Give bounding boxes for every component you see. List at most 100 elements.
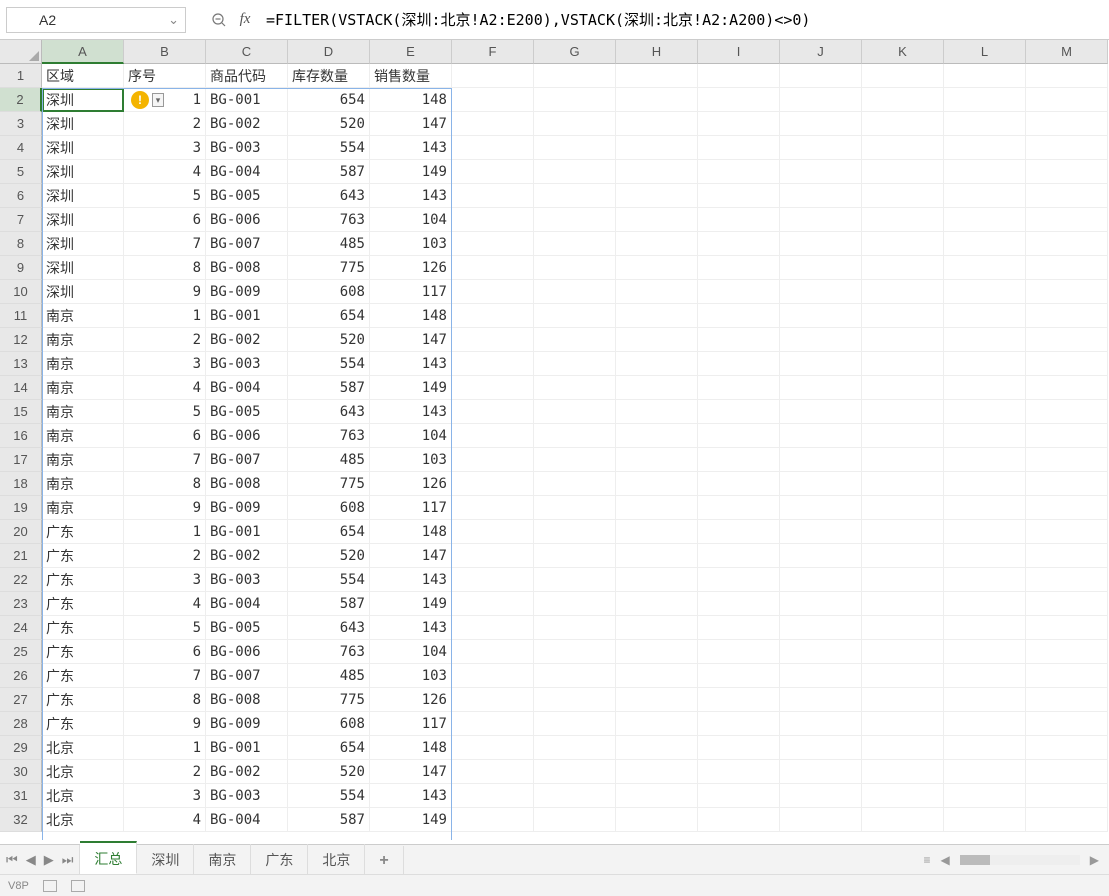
- cell[interactable]: [780, 400, 862, 424]
- col-header-A[interactable]: A: [42, 40, 124, 64]
- cell[interactable]: [534, 376, 616, 400]
- cell[interactable]: [780, 352, 862, 376]
- cell[interactable]: [698, 184, 780, 208]
- cell[interactable]: [698, 472, 780, 496]
- cell[interactable]: 587: [288, 376, 370, 400]
- cell[interactable]: 608: [288, 712, 370, 736]
- cell[interactable]: [698, 208, 780, 232]
- cell[interactable]: [862, 616, 944, 640]
- cell[interactable]: [452, 400, 534, 424]
- cell[interactable]: [862, 784, 944, 808]
- cell[interactable]: [698, 160, 780, 184]
- cell[interactable]: [616, 568, 698, 592]
- cell[interactable]: [616, 304, 698, 328]
- cell[interactable]: 7: [124, 232, 206, 256]
- cell[interactable]: [780, 208, 862, 232]
- fx-label[interactable]: fx: [234, 11, 256, 28]
- cell[interactable]: [452, 112, 534, 136]
- cell[interactable]: BG-008: [206, 256, 288, 280]
- row-header[interactable]: 10: [0, 280, 42, 304]
- cell[interactable]: [698, 280, 780, 304]
- row-header[interactable]: 3: [0, 112, 42, 136]
- cell[interactable]: [944, 616, 1026, 640]
- cell[interactable]: [534, 592, 616, 616]
- cell[interactable]: [616, 472, 698, 496]
- row-header[interactable]: 27: [0, 688, 42, 712]
- cell[interactable]: 143: [370, 136, 452, 160]
- cell[interactable]: [944, 376, 1026, 400]
- cell[interactable]: [698, 496, 780, 520]
- row-header[interactable]: 17: [0, 448, 42, 472]
- cell[interactable]: [452, 640, 534, 664]
- cell[interactable]: [616, 184, 698, 208]
- tab-last-icon[interactable]: ⏭: [62, 852, 74, 868]
- cell[interactable]: [862, 352, 944, 376]
- cell[interactable]: [698, 760, 780, 784]
- cell[interactable]: [1026, 280, 1108, 304]
- cell[interactable]: [862, 136, 944, 160]
- cell[interactable]: 117: [370, 280, 452, 304]
- cell[interactable]: [1026, 160, 1108, 184]
- cell[interactable]: [534, 112, 616, 136]
- cell[interactable]: [780, 472, 862, 496]
- cell[interactable]: [534, 496, 616, 520]
- cell[interactable]: [698, 664, 780, 688]
- row-header[interactable]: 13: [0, 352, 42, 376]
- cell[interactable]: [616, 760, 698, 784]
- row-header[interactable]: 5: [0, 160, 42, 184]
- cell[interactable]: [452, 232, 534, 256]
- cell[interactable]: BG-005: [206, 400, 288, 424]
- cell[interactable]: 深圳: [42, 184, 124, 208]
- cell[interactable]: [1026, 616, 1108, 640]
- cell[interactable]: [1026, 376, 1108, 400]
- cell[interactable]: [698, 376, 780, 400]
- cell[interactable]: [534, 184, 616, 208]
- cell[interactable]: [944, 400, 1026, 424]
- cell[interactable]: [534, 304, 616, 328]
- cell[interactable]: [780, 64, 862, 88]
- cell[interactable]: 126: [370, 256, 452, 280]
- cell[interactable]: [616, 592, 698, 616]
- cell[interactable]: [780, 88, 862, 112]
- cell[interactable]: BG-007: [206, 448, 288, 472]
- cell[interactable]: [1026, 592, 1108, 616]
- col-header-E[interactable]: E: [370, 40, 452, 64]
- row-header[interactable]: 20: [0, 520, 42, 544]
- cell[interactable]: [616, 520, 698, 544]
- cell[interactable]: [862, 424, 944, 448]
- cell[interactable]: [452, 568, 534, 592]
- cell[interactable]: 143: [370, 184, 452, 208]
- cell[interactable]: 7: [124, 448, 206, 472]
- cell[interactable]: [1026, 688, 1108, 712]
- row-header[interactable]: 11: [0, 304, 42, 328]
- cell[interactable]: [534, 808, 616, 832]
- cell[interactable]: 4: [124, 160, 206, 184]
- cell[interactable]: [616, 688, 698, 712]
- cell[interactable]: [862, 256, 944, 280]
- cell[interactable]: [862, 568, 944, 592]
- cell[interactable]: BG-007: [206, 232, 288, 256]
- cell[interactable]: [944, 184, 1026, 208]
- cell[interactable]: [862, 400, 944, 424]
- cell[interactable]: BG-001: [206, 88, 288, 112]
- cell[interactable]: BG-002: [206, 328, 288, 352]
- cell[interactable]: [452, 208, 534, 232]
- cell[interactable]: BG-002: [206, 544, 288, 568]
- col-header-L[interactable]: L: [944, 40, 1026, 64]
- cell[interactable]: 深圳: [42, 208, 124, 232]
- col-header-C[interactable]: C: [206, 40, 288, 64]
- cell[interactable]: [698, 256, 780, 280]
- error-indicator-icon[interactable]: !: [131, 91, 149, 109]
- cell[interactable]: 654: [288, 304, 370, 328]
- cell[interactable]: [944, 544, 1026, 568]
- col-header-I[interactable]: I: [698, 40, 780, 64]
- cell[interactable]: [1026, 760, 1108, 784]
- cell[interactable]: BG-007: [206, 664, 288, 688]
- cell[interactable]: BG-009: [206, 712, 288, 736]
- cell[interactable]: [698, 568, 780, 592]
- tab-menu-icon[interactable]: ≡: [924, 853, 931, 867]
- cell[interactable]: [534, 232, 616, 256]
- cell[interactable]: [944, 256, 1026, 280]
- cell[interactable]: 126: [370, 472, 452, 496]
- row-header[interactable]: 29: [0, 736, 42, 760]
